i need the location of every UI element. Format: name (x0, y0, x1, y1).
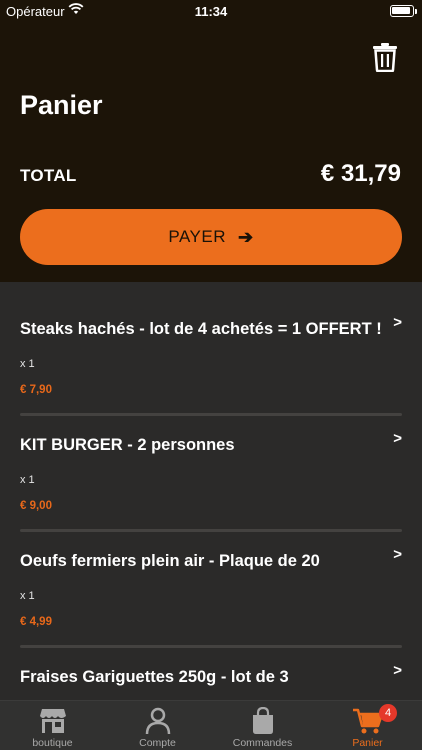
battery-icon (390, 5, 414, 17)
pay-button-label: PAYER (168, 227, 226, 246)
tab-label: Compte (139, 737, 176, 749)
total-value: € 31,79 (320, 160, 401, 187)
pay-button[interactable]: PAYER ➔ (20, 209, 402, 265)
item-price: € 7,90 (20, 384, 52, 396)
trash-icon[interactable] (372, 42, 398, 72)
item-quantity: x 1 (20, 590, 35, 602)
cart-list[interactable]: Steaks hachés - lot de 4 achetés = 1 OFF… (0, 282, 422, 700)
chevron-right-icon: > (393, 546, 402, 563)
cart-item[interactable]: Steaks hachés - lot de 4 achetés = 1 OFF… (0, 282, 422, 416)
user-icon (145, 707, 170, 735)
tab-panier[interactable]: 4 Panier (315, 701, 420, 750)
arrow-right-icon: ➔ (238, 226, 254, 247)
bag-icon (252, 707, 273, 734)
item-name: KIT BURGER - 2 personnes (20, 436, 235, 454)
tab-label: Commandes (232, 737, 293, 749)
tab-label: boutique (32, 737, 73, 749)
cart-badge: 4 (379, 704, 397, 722)
chevron-right-icon: > (393, 430, 402, 447)
cart-item[interactable]: Oeufs fermiers plein air - Plaque de 20 … (0, 514, 422, 648)
tab-commandes[interactable]: Commandes (210, 701, 315, 750)
item-price: € 9,00 (20, 500, 52, 512)
battery-tip (415, 9, 417, 14)
chevron-right-icon: > (393, 662, 402, 679)
tab-boutique[interactable]: boutique (0, 701, 105, 750)
cart-item[interactable]: Fraises Gariguettes 250g - lot de 3 > (0, 630, 422, 700)
item-name: Oeufs fermiers plein air - Plaque de 20 (20, 552, 320, 570)
tab-bar: boutique Compte Commandes 4 Panier (0, 700, 422, 750)
status-bar: Opérateur 11:34 (0, 0, 422, 24)
total-label: TOTAL (20, 166, 77, 185)
cart-header: Panier TOTAL € 31,79 PAYER ➔ (0, 24, 422, 282)
chevron-right-icon: > (393, 314, 402, 331)
item-price: € 4,99 (20, 616, 52, 628)
page-title: Panier (20, 90, 103, 120)
item-name: Fraises Gariguettes 250g - lot de 3 (20, 668, 289, 686)
item-name: Steaks hachés - lot de 4 achetés = 1 OFF… (20, 320, 382, 338)
shop-icon (39, 709, 66, 733)
item-quantity: x 1 (20, 474, 35, 486)
clock: 11:34 (194, 4, 228, 19)
cart-item[interactable]: KIT BURGER - 2 personnes > x 1 € 9,00 (0, 398, 422, 532)
item-quantity: x 1 (20, 358, 35, 370)
tab-compte[interactable]: Compte (105, 701, 210, 750)
tab-label: Panier (352, 737, 383, 749)
